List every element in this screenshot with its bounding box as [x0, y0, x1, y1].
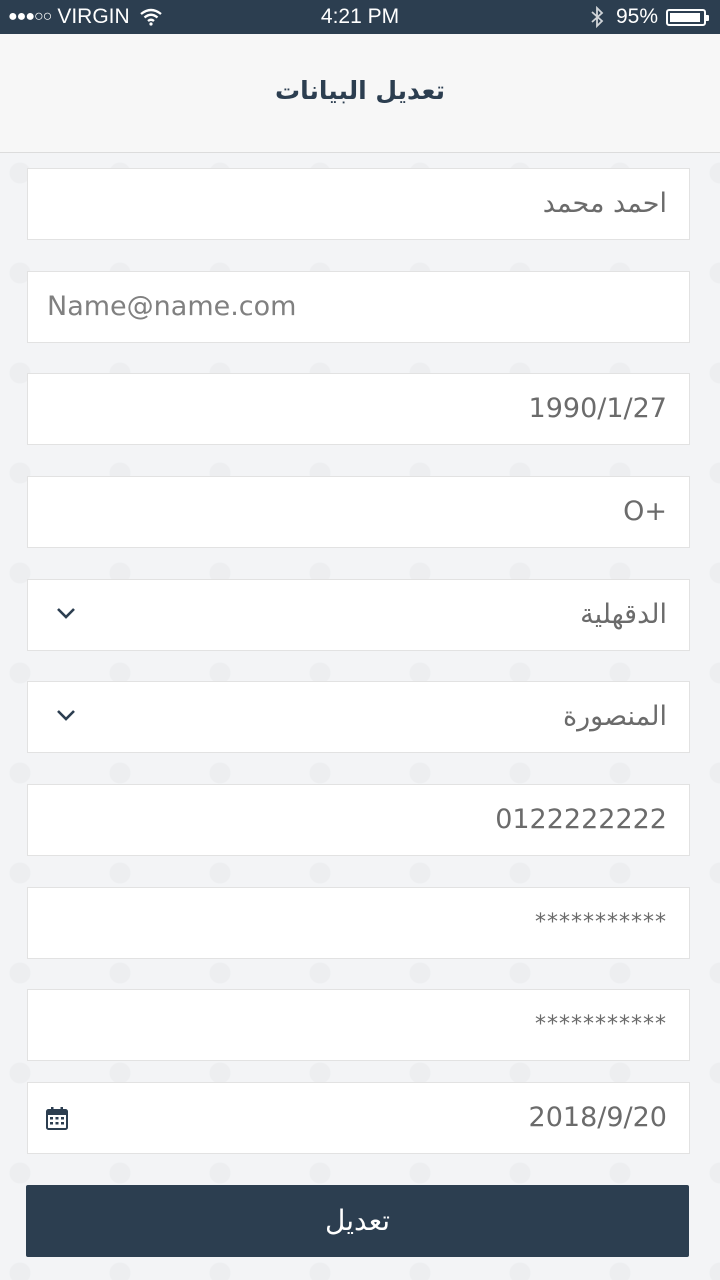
date-value: 2018/9/20 — [528, 1102, 667, 1133]
birth-date-field[interactable]: 1990/1/27 — [27, 373, 690, 445]
calendar-icon[interactable] — [46, 1106, 68, 1130]
phone-value: 0122222222 — [495, 804, 667, 835]
phone-field[interactable]: 0122222222 — [27, 784, 690, 856]
city-value: المنصورة — [562, 701, 667, 732]
password-value: *********** — [535, 910, 667, 935]
status-bar: ●●●○○ VIRGIN 4:21 PM 95% — [0, 0, 720, 34]
submit-button[interactable]: تعديل — [26, 1185, 689, 1257]
chevron-down-icon[interactable] — [56, 708, 76, 722]
app-header: تعديل البيانات — [0, 34, 720, 153]
blood-type-value: O+ — [623, 496, 667, 527]
bluetooth-icon — [591, 6, 604, 28]
confirm-password-field[interactable]: *********** — [27, 989, 690, 1061]
name-field[interactable]: احمد محمد — [27, 168, 690, 240]
password-field[interactable]: *********** — [27, 887, 690, 959]
birth-date-value: 1990/1/27 — [528, 393, 667, 424]
battery-fill — [670, 12, 700, 22]
date-field[interactable]: 2018/9/20 — [27, 1082, 690, 1154]
governorate-value: الدقهلية — [580, 599, 667, 630]
battery-percentage: 95% — [615, 5, 658, 28]
confirm-password-value: *********** — [535, 1012, 667, 1037]
wifi-icon — [139, 8, 162, 26]
email-placeholder: Name@name.com — [47, 291, 297, 322]
battery-icon — [666, 8, 709, 26]
name-value: احمد محمد — [542, 188, 667, 219]
blood-type-field[interactable]: O+ — [27, 476, 690, 548]
signal-strength-icon: ●●●○○ — [8, 8, 52, 25]
chevron-down-icon[interactable] — [56, 606, 76, 620]
page-title: تعديل البيانات — [275, 76, 445, 105]
city-select[interactable]: المنصورة — [27, 681, 690, 753]
carrier-name: VIRGIN — [57, 5, 130, 28]
governorate-select[interactable]: الدقهلية — [27, 579, 690, 651]
email-field[interactable]: Name@name.com — [27, 271, 690, 343]
